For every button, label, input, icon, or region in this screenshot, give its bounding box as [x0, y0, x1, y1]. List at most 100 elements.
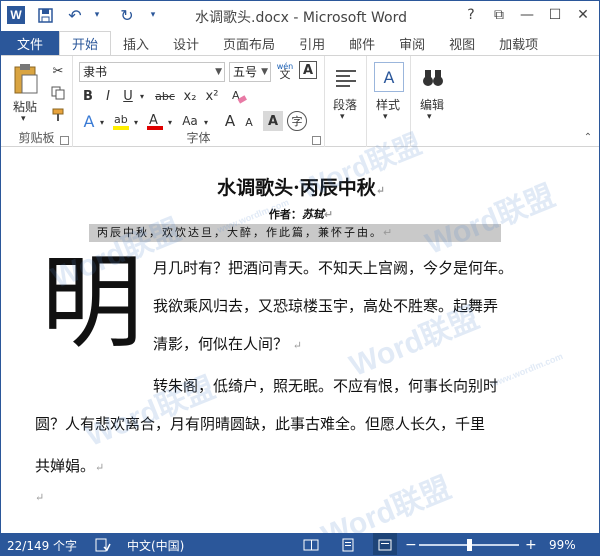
minimize-button[interactable]: — — [513, 3, 541, 27]
tab-view[interactable]: 视图 — [437, 31, 487, 55]
chevron-down-icon: ▼ — [261, 67, 268, 77]
change-case-dropdown-icon[interactable]: ▾ — [201, 114, 211, 130]
bold-button[interactable]: B — [79, 86, 97, 106]
paste-icon[interactable] — [11, 62, 41, 96]
tab-home[interactable]: 开始 — [59, 31, 112, 55]
tab-review[interactable]: 审阅 — [387, 31, 437, 55]
body-line-1[interactable]: 月几时有？把酒问青天。不知天上宫阙，今夕是何年。 — [153, 257, 513, 278]
preface-line[interactable]: 丙辰中秋，欢饮达旦，大醉，作此篇，兼怀子由。↵ — [89, 224, 501, 242]
styles-dropdown-icon[interactable]: ▾ — [383, 112, 388, 122]
font-size-select[interactable]: 五号 ▼ — [229, 62, 271, 82]
word-count[interactable]: 22/149 个字 — [7, 533, 77, 555]
font-launcher-icon[interactable] — [312, 136, 321, 145]
paragraph-mark: ↵ — [292, 339, 303, 352]
paragraph-mark: ↵ — [95, 461, 105, 474]
document-area[interactable]: 水调歌头·丙辰中秋↵ 作者：苏轼↵ 丙辰中秋，欢饮达旦，大醉，作此篇，兼怀子由。… — [1, 128, 599, 553]
copy-icon[interactable] — [49, 84, 67, 102]
save-icon[interactable] — [35, 5, 55, 25]
word-window: W ↶ ▾ ↻ ▾ 水调歌头.docx - Microsoft Word ? ⧉… — [0, 0, 600, 556]
format-painter-icon[interactable] — [49, 106, 67, 124]
qat-customize-icon[interactable]: ▾ — [143, 5, 163, 25]
font-name-select[interactable]: 隶书 ▼ — [79, 62, 225, 82]
enclose-characters-icon[interactable]: 字 — [287, 111, 307, 131]
body-line-6-text: 共婵娟。 — [35, 457, 96, 475]
underline-button[interactable]: U — [119, 86, 137, 106]
clear-formatting-icon[interactable]: A — [229, 86, 249, 106]
character-border-icon[interactable]: A — [299, 61, 317, 79]
editing-group[interactable]: 编辑 ▾ — [411, 56, 455, 148]
body-line-4[interactable]: 转朱阁，低绮户，照无眠。不应有恨，何事长向别时 — [153, 375, 498, 396]
cut-icon[interactable]: ✂ — [49, 62, 67, 80]
tab-design[interactable]: 设计 — [161, 31, 211, 55]
tab-file[interactable]: 文件 — [1, 31, 59, 55]
ribbon-display-options-button[interactable]: ⧉ — [485, 3, 513, 27]
watermark-url: www.wordlm.com — [489, 351, 565, 389]
strikethrough-button[interactable]: abc — [153, 86, 177, 106]
font-name-value: 隶书 — [83, 65, 108, 79]
author-line[interactable]: 作者：苏轼↵ — [1, 206, 599, 222]
collapse-ribbon-icon[interactable]: ⌃ — [581, 130, 595, 144]
read-mode-icon[interactable] — [303, 533, 319, 555]
italic-button[interactable]: I — [99, 86, 117, 106]
character-shading-icon[interactable]: A — [263, 111, 283, 131]
font-group: 隶书 ▼ 五号 ▼ wén 文 A B I U ▾ abc x₂ x² A A ▾ — [73, 56, 325, 148]
print-layout-icon[interactable] — [341, 533, 355, 555]
zoom-level[interactable]: 99% — [549, 533, 576, 555]
highlight-dropdown-icon[interactable]: ▾ — [131, 114, 141, 130]
paragraph-mark: ↵ — [383, 226, 395, 239]
body-line-3-text: 清影，何似在人间？ — [153, 335, 289, 353]
zoom-in-button[interactable]: + — [525, 533, 537, 555]
body-line-5[interactable]: 圆？人有悲欢离合，月有阴晴圆缺，此事古难全。但愿人长久，千里 — [35, 413, 485, 434]
zoom-slider-thumb[interactable] — [467, 539, 472, 551]
preface-text: 丙辰中秋，欢饮达旦，大醉，作此篇，兼怀子由。 — [97, 226, 383, 239]
proofing-icon[interactable] — [95, 533, 111, 555]
redo-icon[interactable]: ↻ — [117, 5, 137, 25]
paragraph-icon[interactable] — [332, 64, 360, 92]
styles-group[interactable]: A 样式 ▾ — [367, 56, 411, 148]
undo-dropdown-icon[interactable]: ▾ — [87, 5, 107, 25]
body-line-3[interactable]: 清影，何似在人间？ ↵ — [153, 333, 302, 354]
subscript-button[interactable]: x₂ — [181, 86, 199, 106]
close-button[interactable]: ✕ — [569, 3, 597, 27]
phonetic-guide-icon[interactable]: wén 文 — [275, 60, 295, 82]
window-controls: ? ⧉ — ☐ ✕ — [457, 3, 597, 27]
font-color-dropdown-icon[interactable]: ▾ — [165, 114, 175, 130]
help-button[interactable]: ? — [457, 3, 485, 27]
body-line-2[interactable]: 我欲乘风归去，又恐琼楼玉宇，高处不胜寒。起舞弄 — [153, 295, 498, 316]
title-bar: W ↶ ▾ ↻ ▾ 水调歌头.docx - Microsoft Word ? ⧉… — [1, 1, 599, 31]
underline-dropdown-icon[interactable]: ▾ — [137, 88, 147, 104]
chevron-down-icon: ▼ — [215, 67, 222, 77]
font-group-label: 字体 — [186, 131, 211, 145]
text-effects-dropdown-icon[interactable]: ▾ — [97, 114, 107, 130]
zoom-out-button[interactable]: − — [405, 533, 417, 555]
paste-dropdown-icon[interactable]: ▾ — [21, 114, 26, 124]
body-line-6[interactable]: 共婵娟。↵ — [35, 455, 104, 476]
paragraph-mark: ↵ — [375, 184, 385, 197]
quick-access-toolbar: W ↶ ▾ ↻ ▾ — [7, 5, 163, 25]
empty-paragraph[interactable]: ↵ — [35, 487, 44, 505]
paragraph-button-label: 段落 — [333, 98, 358, 112]
document-title[interactable]: 水调歌头·丙辰中秋↵ — [1, 173, 599, 200]
svg-text:A: A — [149, 113, 158, 128]
paragraph-group[interactable]: 段落 ▾ — [325, 56, 367, 148]
editing-dropdown-icon[interactable]: ▾ — [427, 112, 432, 122]
tab-insert[interactable]: 插入 — [111, 31, 161, 55]
styles-icon[interactable]: A — [374, 62, 404, 92]
tab-mailings[interactable]: 邮件 — [337, 31, 387, 55]
clipboard-launcher-icon[interactable] — [60, 136, 69, 145]
paste-button[interactable]: 粘贴 — [13, 98, 37, 115]
document-title-text: 水调歌头·丙辰中秋 — [217, 177, 376, 199]
word-logo-icon: W — [7, 6, 25, 24]
superscript-button[interactable]: x² — [203, 86, 221, 106]
drop-cap[interactable]: 明 — [41, 249, 143, 359]
binoculars-icon[interactable] — [419, 64, 447, 92]
undo-icon[interactable]: ↶ — [65, 5, 85, 25]
tab-page-layout[interactable]: 页面布局 — [211, 31, 287, 55]
maximize-button[interactable]: ☐ — [541, 3, 569, 27]
tab-references[interactable]: 引用 — [287, 31, 337, 55]
editing-button-label: 编辑 — [420, 98, 445, 112]
language-indicator[interactable]: 中文(中国) — [127, 533, 184, 555]
paragraph-dropdown-icon[interactable]: ▾ — [340, 112, 345, 122]
tab-addins[interactable]: 加载项 — [487, 31, 550, 55]
web-layout-icon[interactable] — [373, 533, 397, 555]
